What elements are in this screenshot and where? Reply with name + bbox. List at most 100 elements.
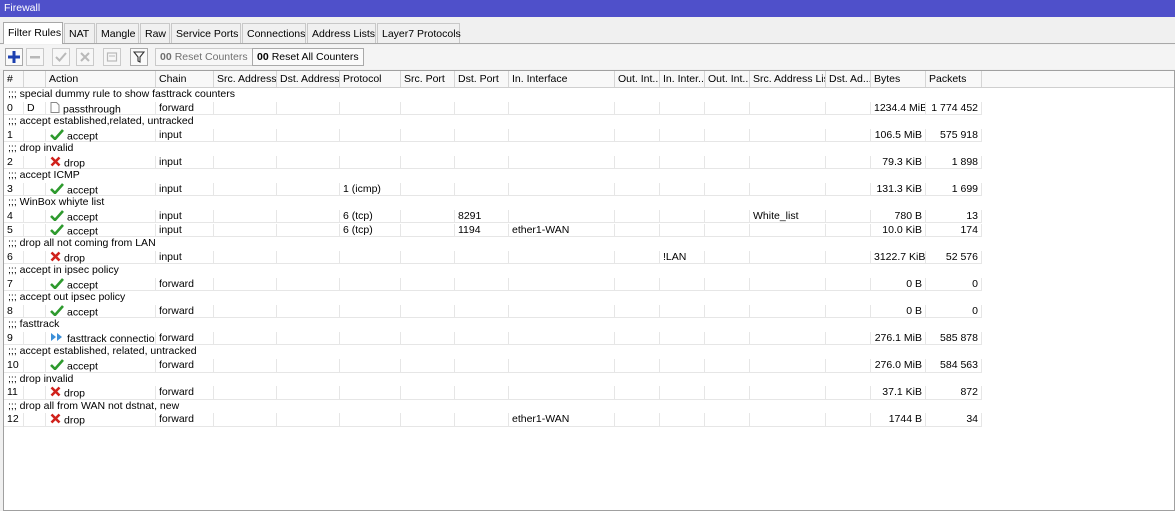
rule-src-port [401,101,455,115]
rule-comment: ;;; special dummy rule to show fasttrack… [8,88,236,100]
remove-button[interactable] [26,48,44,66]
col-dst-address[interactable]: Dst. Address [277,71,340,87]
col-flag[interactable] [24,71,46,87]
rule-comment: ;;; WinBox whiyte list [8,196,105,209]
rule-comment: ;;; drop all not coming from LAN [8,237,156,250]
table-row[interactable]: 6 drop input !LAN 3122.7 KiB 52 576 [4,250,982,265]
rule-comment-row[interactable]: ;;; drop invalid [4,373,982,387]
table-row[interactable]: 9 fasttrack connection forward 276.1 MiB 585… [4,331,982,346]
col-out-interface-list[interactable]: Out. Int... [705,71,750,87]
col-protocol[interactable]: Protocol [340,71,401,87]
rule-comment-row[interactable]: ;;; accept in ipsec policy [4,264,982,278]
rule-dst-port [455,304,509,318]
rule-comment-row[interactable]: ;;; drop all from WAN not dstnat, new [4,400,982,414]
rule-in-interface [509,250,615,264]
tab-divider [0,43,1175,44]
rule-in-interface-list [660,209,705,223]
rule-comment-row[interactable]: ;;; drop invalid [4,142,982,156]
rule-comment-row[interactable]: ;;; accept ICMP [4,169,982,183]
col-chain[interactable]: Chain [156,71,214,87]
tab-filter-rules[interactable]: Filter Rules [3,22,63,44]
rule-in-interface: ether1-WAN [509,413,615,427]
rule-src-address-list [750,386,826,400]
rule-src-address [214,223,277,237]
reset-all-counters-button[interactable]: 00 Reset All Counters [252,48,364,66]
rule-in-interface [509,182,615,196]
rule-protocol [340,101,401,115]
table-row[interactable]: 7 accept forward 0 B0 [4,277,982,292]
col-src-port[interactable]: Src. Port [401,71,455,87]
rule-out-interface [615,413,660,427]
rule-in-interface-list [660,155,705,169]
comment-button[interactable] [103,48,121,66]
col-dst-address-list[interactable]: Dst. Ad... [826,71,871,87]
rule-number: 4 [4,209,24,223]
filter-button[interactable] [130,48,148,66]
rule-chain: forward [156,413,214,427]
tab-service-ports[interactable]: Service Ports [171,23,241,43]
accept-icon [50,359,64,372]
rule-comment-row[interactable]: ;;; special dummy rule to show fasttrack… [4,88,982,102]
tab-raw[interactable]: Raw [140,23,170,43]
rule-dst-address-list [826,209,871,223]
rule-in-interface [509,277,615,291]
col-in-interface[interactable]: In. Interface [509,71,615,87]
rule-action: drop [46,155,156,169]
col-src-address[interactable]: Src. Address [214,71,277,87]
rule-dst-address-list [826,413,871,427]
col-action[interactable]: Action [46,71,156,87]
table-row[interactable]: 3 accept input 1 (icmp) 131.3 KiB 1 699 [4,182,982,197]
rule-protocol: 6 (tcp) [340,223,401,237]
rule-action-label: drop [64,251,86,264]
table-row[interactable]: 0 Dpassthrough forward 1234.4 MiB 1 774 452 [4,101,982,116]
add-button[interactable] [5,48,23,66]
rule-comment-row[interactable]: ;;; accept out ipsec policy [4,291,982,305]
col-num[interactable]: # [4,71,24,87]
table-row[interactable]: 8 accept forward 0 B0 [4,304,982,319]
rule-number: 9 [4,331,24,345]
tab-connections[interactable]: Connections [242,23,306,43]
rule-out-interface-list [705,223,750,237]
tab-nat[interactable]: NAT [64,23,95,43]
table-row[interactable]: 5 accept input 6 (tcp) 1194 ether1-WAN 10.0 Ki… [4,223,982,237]
col-src-address-list[interactable]: Src. Address List [750,71,826,87]
tab-layer7-protocols[interactable]: Layer7 Protocols [377,23,461,43]
rule-src-address [214,277,277,291]
disable-button[interactable] [76,48,94,66]
rule-dst-address-list [826,101,871,115]
rule-bytes: 0 B [871,304,926,318]
rule-comment: ;;; accept established,related, untracke… [8,115,194,128]
rule-packets: 1 898 [926,155,982,169]
rule-action: accept [46,277,156,291]
reset-counters-label: Reset Counters [174,51,248,63]
rule-comment-row[interactable]: ;;; accept established,related, untracke… [4,115,982,129]
table-row[interactable]: 1 accept input 106.5 MiB 575 918 [4,128,982,143]
rule-comment-row[interactable]: ;;; drop all not coming from LAN [4,237,982,251]
reset-counters-button[interactable]: 00 Reset Counters [155,48,253,66]
rule-dst-port [455,413,509,427]
rule-comment: ;;; accept out ipsec policy [8,291,126,304]
table-row[interactable]: 2 drop input 79.3 KiB 1 898 [4,155,982,170]
table-row[interactable]: 10 accept forward 276.0 MiB 584 563 [4,359,982,373]
col-in-interface-list[interactable]: In. Inter... [660,71,705,87]
enable-button[interactable] [52,48,70,66]
rule-comment-row[interactable]: ;;; fasttrack [4,318,982,332]
tab-address-lists[interactable]: Address Lists [307,23,376,43]
col-dst-port[interactable]: Dst. Port [455,71,509,87]
table-row[interactable]: 12 drop forward ether1-WAN 1744 B 34 [4,413,982,427]
table-row[interactable]: 11 drop forward 37.1 KiB 872 [4,386,982,400]
table-row[interactable]: 4 accept input 6 (tcp) 8291 White_list 780 B 13 [4,209,982,224]
col-bytes[interactable]: Bytes [871,71,926,87]
rule-comment-row[interactable]: ;;; WinBox whiyte list [4,196,982,210]
rule-out-interface-list [705,331,750,345]
rule-in-interface [509,359,615,372]
rule-number: 2 [4,155,24,169]
tab-mangle[interactable]: Mangle [96,23,139,43]
col-out-interface[interactable]: Out. Int... [615,71,660,87]
rule-src-port [401,331,455,345]
drop-icon [50,251,61,264]
rule-flag [24,128,46,142]
rule-comment-row[interactable]: ;;; accept established, related, untrack… [4,345,982,359]
rule-action-label: fasttrack connection [67,332,156,345]
col-packets[interactable]: Packets [926,71,982,87]
